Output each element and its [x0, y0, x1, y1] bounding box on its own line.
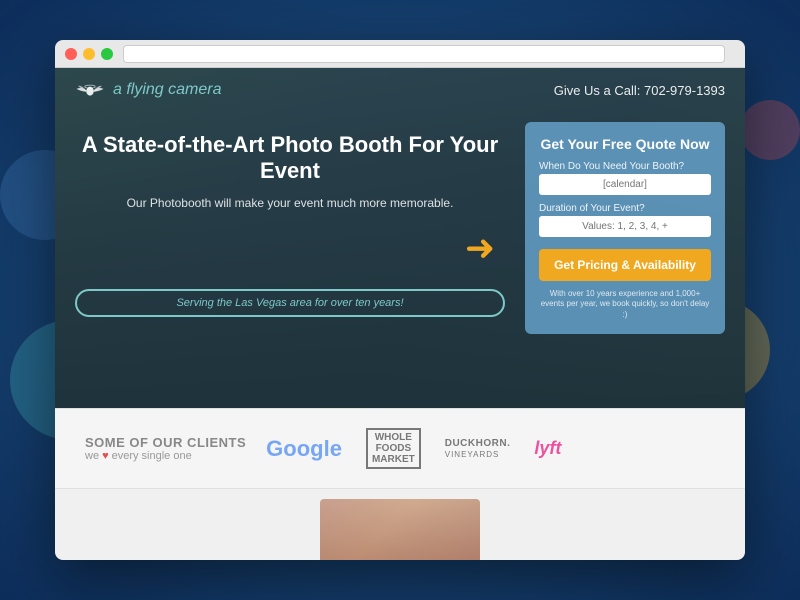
bokeh-blob-4: [740, 100, 800, 160]
client-logo-google: Google: [266, 436, 342, 462]
hero-headline: A State-of-the-Art Photo Booth For Your …: [75, 132, 505, 185]
form-title: Get Your Free Quote Now: [539, 136, 711, 153]
quote-form: Get Your Free Quote Now When Do You Need…: [525, 122, 725, 334]
logo-text: a flying camera: [113, 81, 222, 99]
minimize-button[interactable]: [83, 48, 95, 60]
logo-area: a flying camera: [75, 80, 222, 100]
heart-icon: ♥: [102, 450, 109, 462]
clients-section-title: SOME OF OUR CLIENTS: [85, 435, 246, 450]
hero-left: A State-of-the-Art Photo Booth For Your …: [75, 122, 505, 317]
arrow-wrapper: ➜: [75, 227, 505, 269]
traffic-lights: [65, 48, 113, 60]
close-button[interactable]: [65, 48, 77, 60]
form-disclaimer: With over 10 years experience and 1,000+…: [539, 289, 711, 320]
duration-field-group: Duration of Your Event?: [539, 203, 711, 237]
hero-main: A State-of-the-Art Photo Booth For Your …: [55, 112, 745, 408]
client-logo-lyft: lyft: [534, 438, 561, 459]
title-bar: [55, 40, 745, 68]
client-logo-duckhorn: DUCKHORN.VINEYARDS: [445, 438, 511, 460]
arrow-icon: ➜: [465, 227, 495, 269]
clients-section-sub: we ♥ every single one: [85, 450, 246, 462]
duration-input[interactable]: [539, 216, 711, 237]
date-label: When Do You Need Your Booth?: [539, 161, 711, 172]
preview-overlay: [320, 499, 480, 560]
get-pricing-button[interactable]: Get Pricing & Availability: [539, 249, 711, 281]
preview-section: [55, 488, 745, 560]
logo-icon: [75, 80, 105, 100]
date-field-group: When Do You Need Your Booth?: [539, 161, 711, 195]
clients-section: SOME OF OUR CLIENTS we ♥ every single on…: [55, 408, 745, 488]
serving-badge: Serving the Las Vegas area for over ten …: [75, 289, 505, 317]
maximize-button[interactable]: [101, 48, 113, 60]
clients-label: SOME OF OUR CLIENTS we ♥ every single on…: [85, 435, 246, 462]
browser-window: a flying camera Give Us a Call: 702-979-…: [55, 40, 745, 560]
hero-section: a flying camera Give Us a Call: 702-979-…: [55, 68, 745, 408]
hero-subheadline: Our Photobooth will make your event much…: [75, 195, 505, 212]
url-bar[interactable]: [123, 45, 725, 63]
preview-thumbnail: [320, 499, 480, 560]
client-logo-wholefoods: WHOLEFOODSMARKET: [366, 428, 421, 469]
hero-content: a flying camera Give Us a Call: 702-979-…: [55, 68, 745, 408]
date-input[interactable]: [539, 174, 711, 195]
duration-label: Duration of Your Event?: [539, 203, 711, 214]
nav-phone: Give Us a Call: 702-979-1393: [554, 83, 725, 98]
nav-bar: a flying camera Give Us a Call: 702-979-…: [55, 68, 745, 112]
clients-logos: Google WHOLEFOODSMARKET DUCKHORN.VINEYAR…: [266, 428, 715, 469]
